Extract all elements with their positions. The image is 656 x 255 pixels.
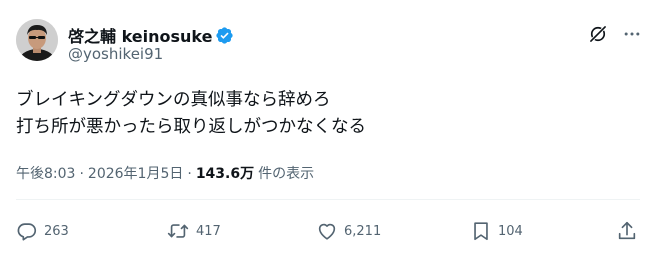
- share-icon: [616, 220, 638, 242]
- user-handle[interactable]: @yoshikei91: [68, 45, 163, 63]
- reply-button[interactable]: 263: [16, 220, 69, 242]
- bookmark-icon: [470, 220, 492, 242]
- heart-icon: [316, 220, 338, 242]
- post-time[interactable]: 午後8:03: [16, 163, 75, 183]
- views-label: 件の表示: [258, 166, 315, 182]
- post-text: ブレイキングダウンの真似事なら辞めろ 打ち所が悪かったら取り返しがつかなくなる: [16, 87, 366, 141]
- post-header-actions: [588, 24, 642, 44]
- verified-badge-icon[interactable]: [215, 26, 234, 45]
- post-text-line: 打ち所が悪かったら取り返しがつかなくなる: [16, 117, 366, 137]
- post-text-line: ブレイキングダウンの真似事なら辞めろ: [16, 90, 331, 110]
- like-count: 6,211: [344, 223, 382, 239]
- reply-count: 263: [44, 223, 69, 239]
- display-name[interactable]: 啓之輔 keinosuke: [68, 23, 212, 47]
- repost-button[interactable]: 417: [166, 220, 221, 242]
- share-button[interactable]: [616, 220, 638, 242]
- grok-icon[interactable]: [588, 24, 608, 44]
- post-actions-bar: 263 417 6,211 104: [16, 220, 640, 244]
- divider: [16, 199, 640, 200]
- bookmark-button[interactable]: 104: [470, 220, 523, 242]
- repost-count: 417: [196, 223, 221, 239]
- repost-icon: [166, 220, 190, 242]
- like-button[interactable]: 6,211: [316, 220, 381, 242]
- post-date[interactable]: 2026年1月5日: [88, 163, 183, 183]
- post-meta: 午後8:03 · 2026年1月5日 · 143.6万 件の表示: [16, 163, 314, 183]
- bookmark-count: 104: [498, 223, 523, 239]
- avatar[interactable]: [16, 19, 58, 61]
- views-count: 143.6万: [195, 166, 255, 182]
- author-name-row: 啓之輔 keinosuke: [68, 23, 234, 47]
- reply-icon: [16, 220, 38, 242]
- meta-separator: ·: [187, 166, 192, 182]
- avatar-photo: [16, 19, 58, 61]
- more-icon[interactable]: [622, 24, 642, 44]
- meta-separator: ·: [79, 166, 84, 182]
